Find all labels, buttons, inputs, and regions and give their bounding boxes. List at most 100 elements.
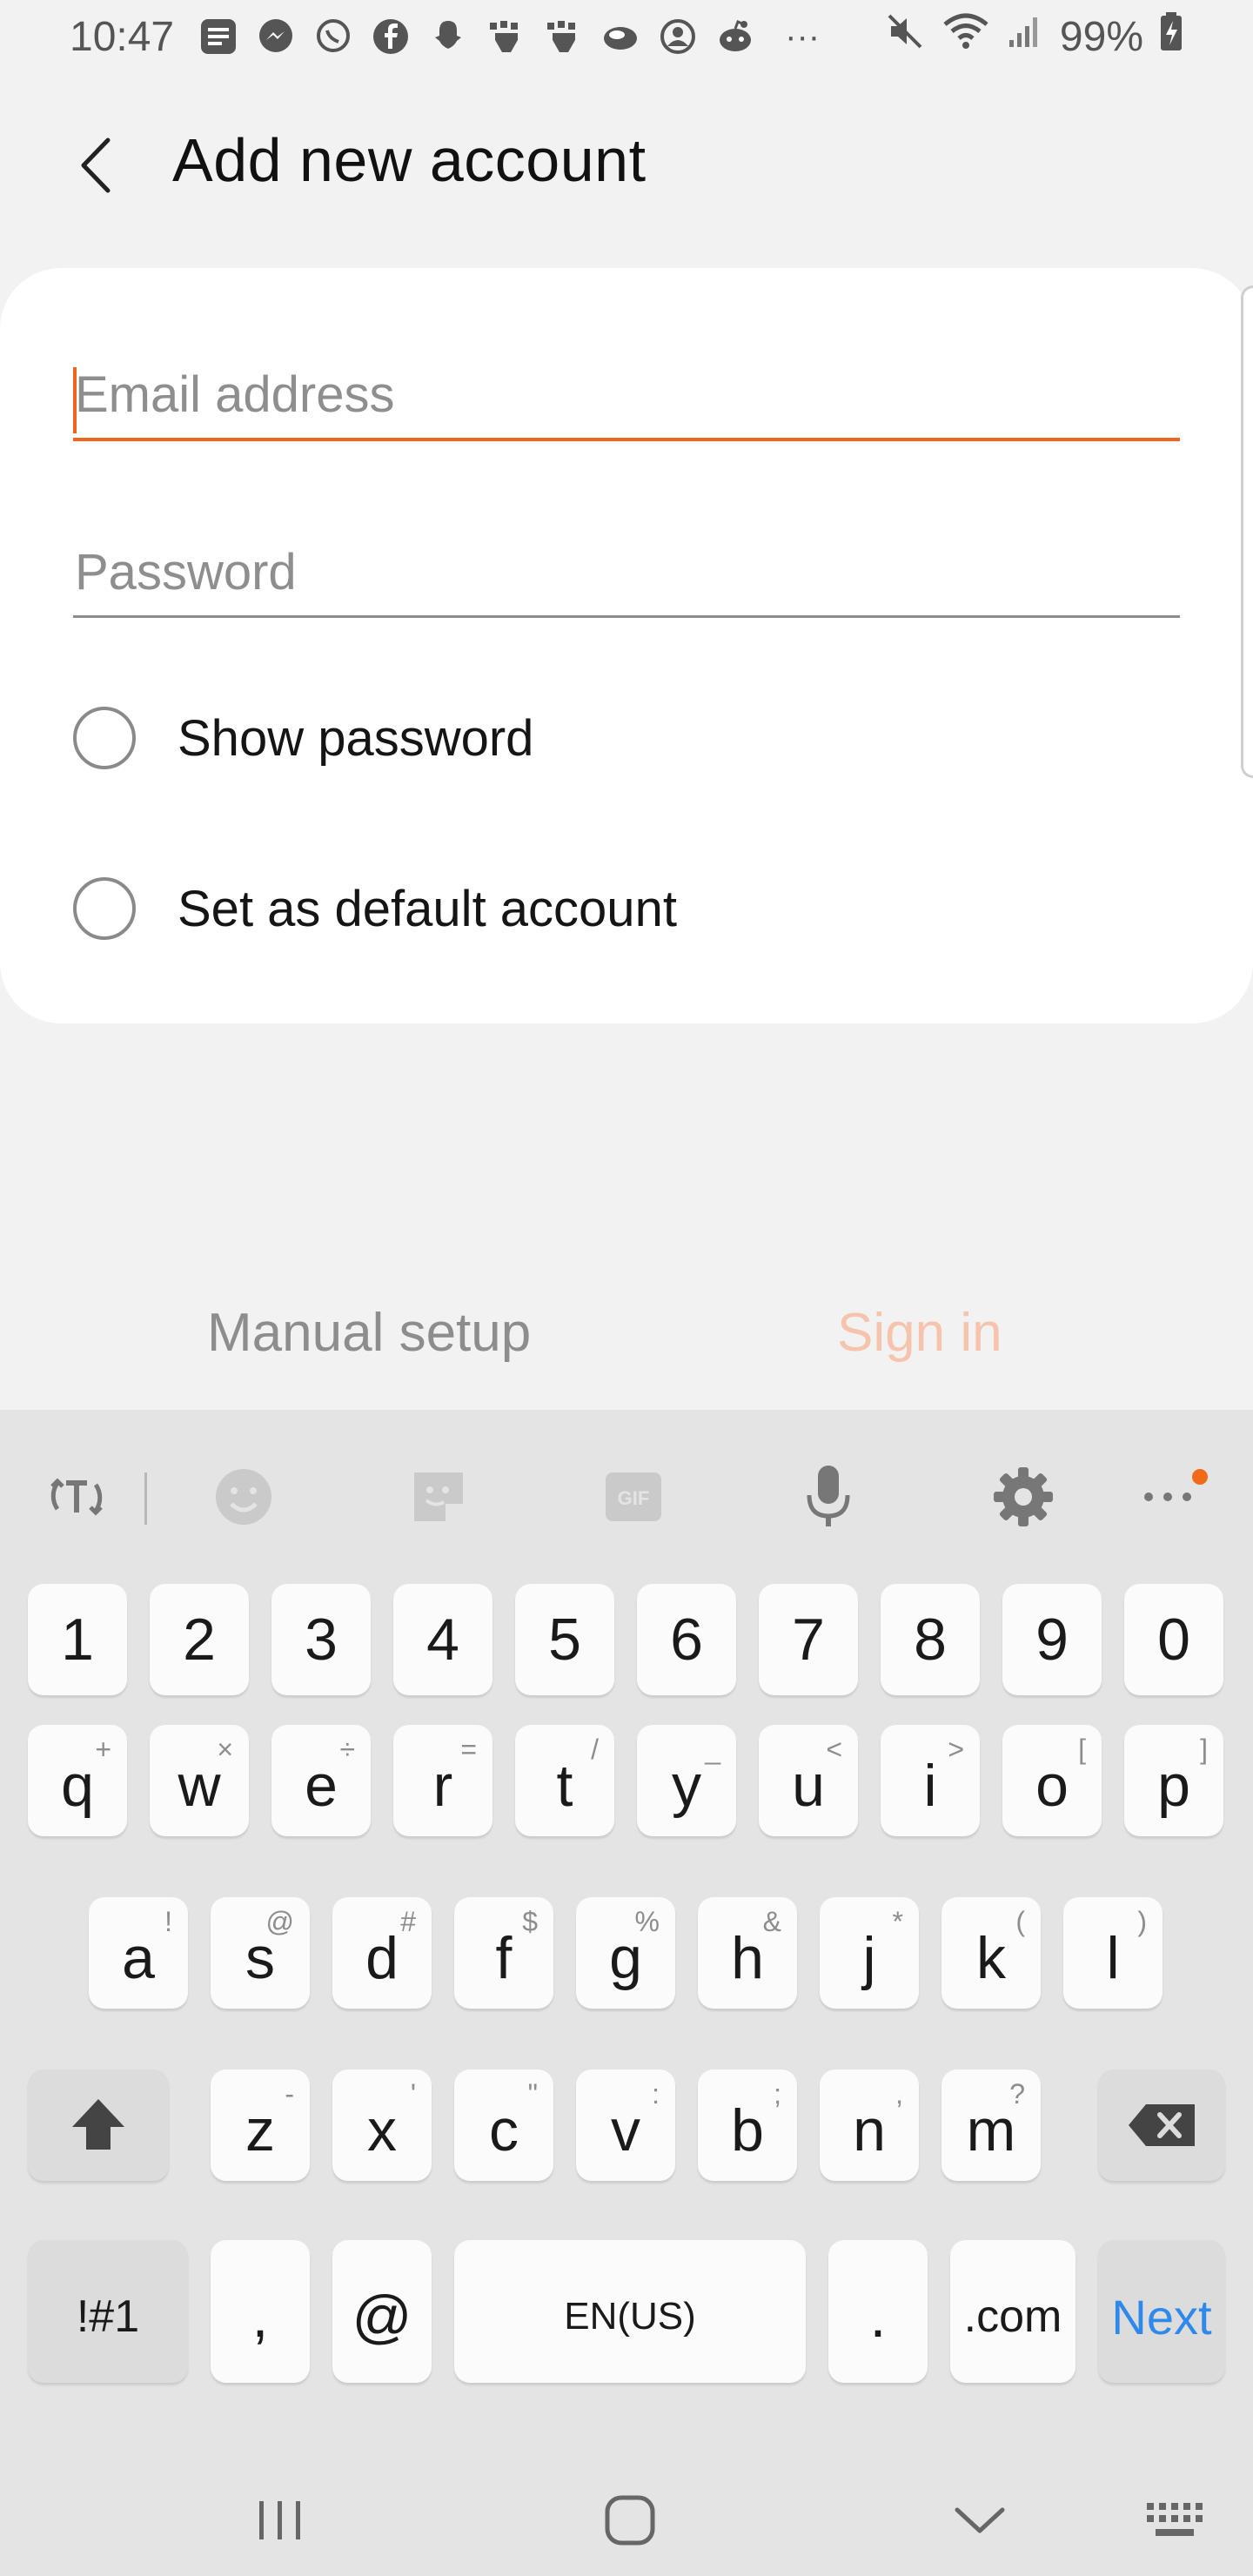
key-v[interactable]: v: — [576, 2070, 675, 2181]
password-field[interactable] — [73, 543, 1180, 618]
key-6[interactable]: 6 — [637, 1584, 736, 1695]
key-k[interactable]: k( — [941, 1897, 1041, 2009]
facebook-icon — [371, 17, 411, 57]
sign-in-button[interactable]: Sign in — [837, 1302, 1002, 1364]
back-button[interactable] — [61, 131, 131, 200]
hide-keyboard-button[interactable] — [936, 2477, 1023, 2564]
text-style-icon — [50, 1478, 103, 1516]
key-label: 0 — [1157, 1607, 1190, 1673]
keyboard: GIF 1 2 3 4 5 6 7 8 9 0 q + w × e ÷ r = … — [0, 1410, 1253, 2454]
gif-button[interactable]: GIF — [597, 1460, 670, 1533]
more-notifications-indicator: ··· — [785, 17, 821, 56]
show-password-radio[interactable] — [73, 707, 136, 769]
gif-text: GIF — [618, 1487, 650, 1509]
key-2[interactable]: 2 — [150, 1584, 249, 1695]
reddit-icon — [715, 17, 755, 57]
key-label: a — [122, 1925, 155, 1991]
at-key[interactable]: @ — [332, 2240, 432, 2383]
comma-key[interactable]: , — [211, 2240, 310, 2383]
key-y[interactable]: y _ — [637, 1725, 736, 1836]
keyboard-settings-button[interactable] — [987, 1460, 1060, 1533]
key-label: f — [495, 1925, 513, 1991]
key-u[interactable]: u < — [759, 1725, 858, 1836]
home-button[interactable] — [586, 2477, 673, 2564]
keyboard-switch-button[interactable] — [1131, 2477, 1218, 2564]
key-j[interactable]: j * — [820, 1897, 919, 2009]
key-h[interactable]: h & — [698, 1897, 797, 2009]
keyboard-icon — [1147, 2503, 1203, 2536]
key-s[interactable]: s @ — [211, 1897, 310, 2009]
key-i[interactable]: i > — [881, 1725, 980, 1836]
key-p[interactable]: p] — [1124, 1725, 1223, 1836]
key-d[interactable]: d # — [332, 1897, 432, 2009]
key-hint: ) — [1137, 1906, 1147, 1937]
manual-setup-button[interactable]: Manual setup — [207, 1302, 531, 1364]
key-4[interactable]: 4 — [393, 1584, 492, 1695]
password-input[interactable] — [73, 543, 1180, 615]
symbols-key[interactable]: !#1 — [28, 2240, 188, 2383]
key-label: h — [731, 1925, 764, 1991]
key-label: n — [853, 2097, 886, 2163]
viber-icon — [313, 17, 353, 57]
key-hint: ! — [164, 1906, 172, 1937]
key-1[interactable]: 1 — [28, 1584, 127, 1695]
key-hint: " — [527, 2078, 538, 2110]
key-a[interactable]: a! — [89, 1897, 188, 2009]
key-hint: , — [895, 2078, 903, 2110]
key-hint: _ — [705, 1734, 720, 1765]
key-r[interactable]: r = — [393, 1725, 492, 1836]
key-z[interactable]: z- — [211, 2070, 310, 2181]
email-input[interactable] — [73, 366, 1180, 438]
key-label: 1 — [61, 1607, 94, 1673]
text-style-button[interactable] — [40, 1460, 113, 1533]
sticker-button[interactable] — [402, 1460, 475, 1533]
key-label: d — [365, 1925, 399, 1991]
key-9[interactable]: 9 — [1002, 1584, 1102, 1695]
key-hint: ÷ — [339, 1734, 355, 1765]
voice-input-button[interactable] — [792, 1460, 865, 1533]
page-title: Add new account — [172, 126, 647, 194]
emoji-button[interactable] — [207, 1460, 280, 1533]
key-label: q — [61, 1753, 94, 1819]
key-0[interactable]: 0 — [1124, 1584, 1223, 1695]
key-n[interactable]: n, — [820, 2070, 919, 2181]
key-label: 3 — [305, 1607, 338, 1673]
space-key[interactable]: EN(US) — [454, 2240, 806, 2383]
period-key[interactable]: . — [828, 2240, 928, 2383]
key-w[interactable]: w × — [150, 1725, 249, 1836]
key-x[interactable]: x ' — [332, 2070, 432, 2181]
email-field[interactable] — [73, 366, 1180, 441]
shift-key[interactable] — [28, 2070, 169, 2181]
key-b[interactable]: b; — [698, 2070, 797, 2181]
key-c[interactable]: c " — [454, 2070, 553, 2181]
toolbar-divider — [144, 1472, 147, 1525]
key-5[interactable]: 5 — [515, 1584, 614, 1695]
backspace-key[interactable] — [1098, 2070, 1225, 2181]
key-g[interactable]: g% — [576, 1897, 675, 2009]
key-e[interactable]: e ÷ — [271, 1725, 371, 1836]
default-account-option[interactable]: Set as default account — [73, 874, 677, 943]
recent-apps-button[interactable] — [237, 2477, 324, 2564]
default-account-radio[interactable] — [73, 877, 136, 940]
key-label: 9 — [1035, 1607, 1069, 1673]
key-q[interactable]: q + — [28, 1725, 127, 1836]
key-hint: : — [652, 2078, 660, 2110]
navigation-bar — [0, 2454, 1253, 2576]
key-label: r — [432, 1753, 453, 1819]
key-7[interactable]: 7 — [759, 1584, 858, 1695]
key-label: 2 — [183, 1607, 216, 1673]
key-l[interactable]: l) — [1063, 1897, 1163, 2009]
dotcom-key[interactable]: .com — [950, 2240, 1075, 2383]
key-3[interactable]: 3 — [271, 1584, 371, 1695]
key-label: p — [1157, 1753, 1190, 1819]
show-password-option[interactable]: Show password — [73, 703, 533, 773]
key-8[interactable]: 8 — [881, 1584, 980, 1695]
key-label: y — [672, 1753, 701, 1819]
scroll-indicator[interactable] — [1241, 285, 1253, 778]
next-key[interactable]: Next — [1098, 2240, 1225, 2383]
key-f[interactable]: f $ — [454, 1897, 553, 2009]
key-o[interactable]: o[ — [1002, 1725, 1102, 1836]
key-hint: & — [762, 1906, 781, 1937]
key-t[interactable]: t / — [515, 1725, 614, 1836]
key-m[interactable]: m? — [941, 2070, 1041, 2181]
